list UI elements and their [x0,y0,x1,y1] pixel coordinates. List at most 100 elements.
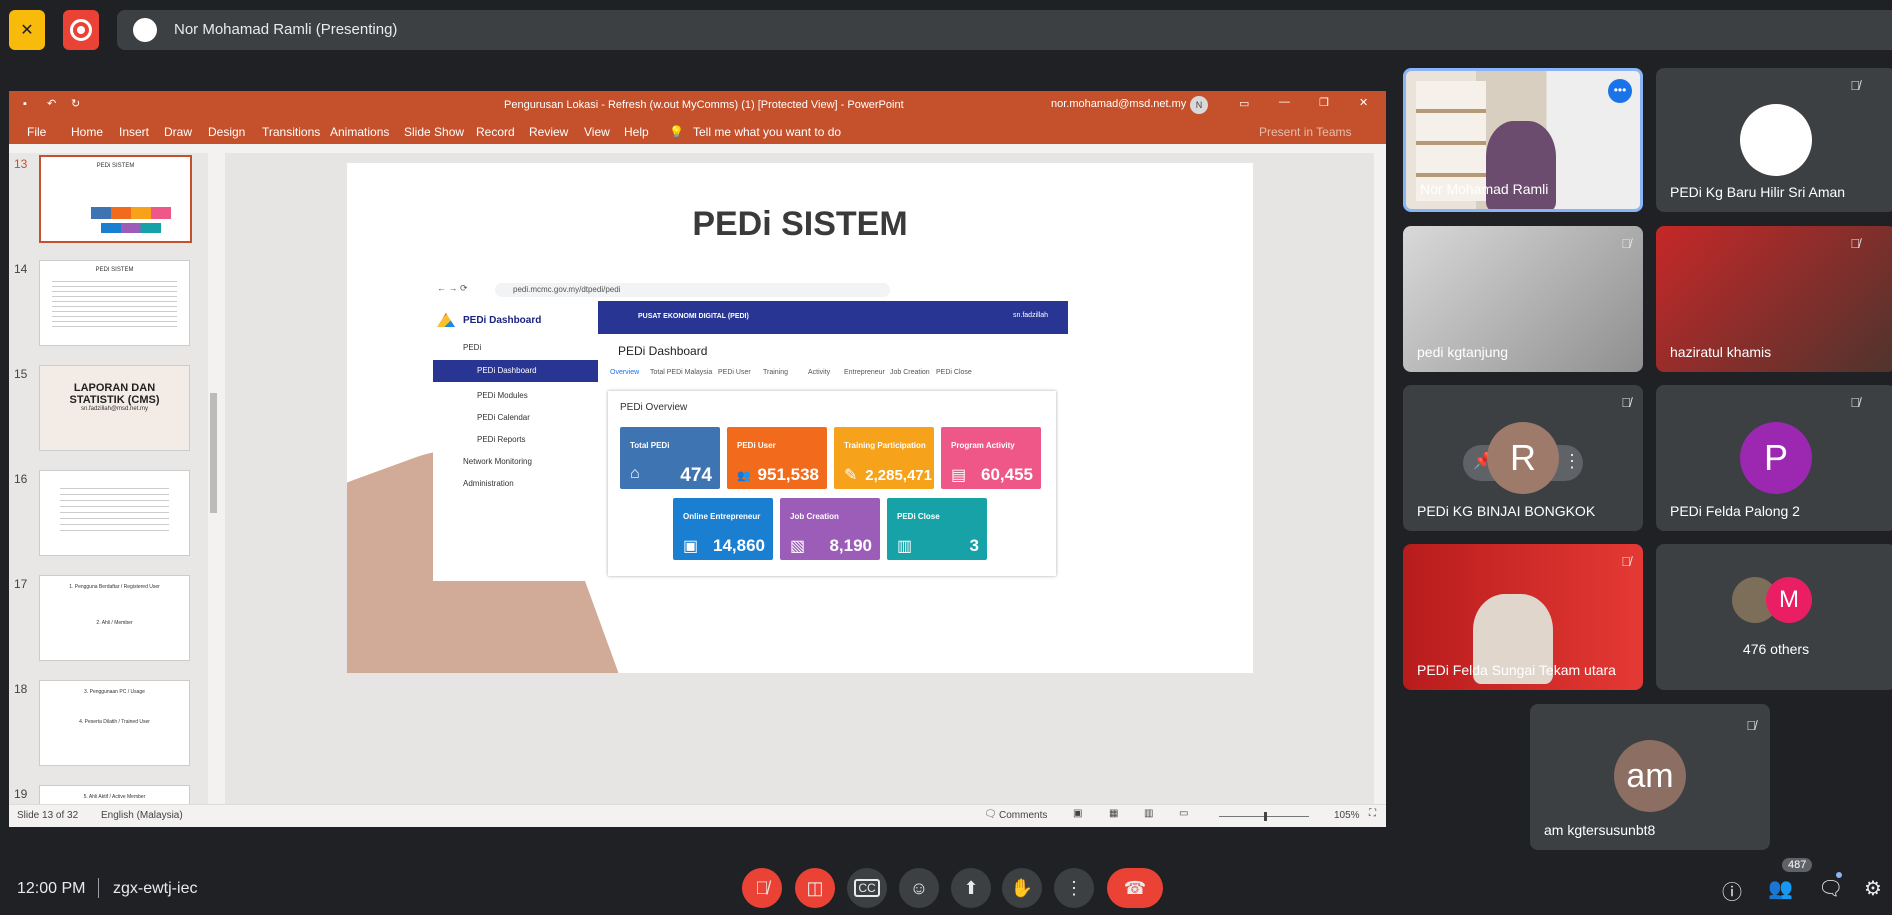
menu-design[interactable]: Design [208,125,245,139]
undo-icon[interactable]: ↶ [47,97,56,110]
captions-off-button[interactable]: ✕ [9,10,45,50]
present-in-teams[interactable]: Present in Teams [1259,125,1352,139]
chat-icon[interactable]: 🗨 [1818,876,1843,901]
ribbon-display-icon[interactable]: ▭ [1239,97,1249,110]
overview-panel: PEDi Overview Total PEDi ⌂ 474 PEDi User 👥 9… [608,391,1056,576]
powerpoint-window: ▪ ↶ ↻ Pengurusan Lokasi - Refresh (w.out… [9,91,1386,827]
zoom-level[interactable]: 105% [1334,810,1360,821]
save-icon[interactable]: ▪ [23,98,27,110]
pedi-logo [437,313,455,327]
slide-thumbnails-pane[interactable]: 13 PEDi SISTEM 14 PEDI SISTEM 15 LAPORAN… [9,153,219,804]
reading-view-icon[interactable]: ▥ [1144,808,1153,819]
menu-draw[interactable]: Draw [164,125,192,139]
others-count: 476 others [1742,641,1810,657]
ppt-ribbon-tabs: File Home Insert Draw Design Transitions… [9,119,1386,144]
menu-help[interactable]: Help [624,125,649,139]
thumbs-scrollbar[interactable] [208,153,219,804]
slide-thumbnail-17[interactable]: 1. Pengguna Berdaftar / Registered User … [39,575,190,661]
ppt-title-bar: ▪ ↶ ↻ Pengurusan Lokasi - Refresh (w.out… [9,91,1386,119]
slideshow-icon[interactable]: ▭ [1179,808,1188,819]
restore-icon[interactable]: ❐ [1319,96,1329,109]
participant-tile[interactable]: 🎙̸ PEDi Felda Sungai Tekam utara [1403,544,1643,690]
briefcase-icon: ▣ [683,538,699,555]
minimize-icon[interactable]: — [1279,96,1290,108]
menu-insert[interactable]: Insert [119,125,149,139]
menu-record[interactable]: Record [476,125,515,139]
account-avatar[interactable]: N [1190,96,1208,114]
comments-button[interactable]: Comments [999,810,1047,821]
menu-review[interactable]: Review [529,125,568,139]
thumb-number: 18 [14,682,28,696]
redo-icon[interactable]: ↻ [71,97,80,110]
normal-view-icon[interactable]: ▣ [1073,808,1082,819]
menu-animations[interactable]: Animations [330,125,389,139]
participant-avatar: am [1614,740,1686,812]
more-options-button[interactable]: ⋮ [1054,868,1094,908]
hang-up-icon: ☎ [1123,877,1147,898]
more-options-icon[interactable]: ••• [1608,79,1632,103]
participant-tile[interactable]: 🎙̸ 📌 R ⋮ PEDi KG BINJAI BONGKOK [1403,385,1643,531]
window-title: Pengurusan Lokasi - Refresh (w.out MyCom… [504,99,904,111]
menu-view[interactable]: View [584,125,610,139]
menu-transitions[interactable]: Transitions [262,125,320,139]
slide-thumbnail-16[interactable] [39,470,190,556]
captions-button[interactable]: CC [847,868,887,908]
nav-pedi-calendar: PEDi Calendar [477,413,530,422]
canvas-scrollbar[interactable] [1374,153,1386,804]
meeting-time: 12:00 PM [17,880,86,897]
reactions-button[interactable]: ☺ [899,868,939,908]
slide-thumbnail-18[interactable]: 3. Penggunaan PC / Usage 4. Peserta Dila… [39,680,190,766]
comments-icon[interactable]: 🗨 [984,809,997,820]
raise-hand-button[interactable]: ✋ [1002,868,1042,908]
nav-network-monitoring: Network Monitoring [463,457,532,466]
slide-editor-canvas[interactable]: PEDi SISTEM ← → ⟳ pedi.mcmc.gov.my/dtped… [225,153,1386,804]
camera-toggle-button[interactable]: ◫ [795,868,835,908]
tab-training: Training [763,369,789,376]
people-icon[interactable]: 👥 [1768,876,1793,901]
participant-tile[interactable]: 🎙̸ am am kgtersusunbt8 [1530,704,1770,850]
more-vert-icon: ⋮ [1065,877,1083,898]
participant-tile[interactable]: 🎙̸ haziratul khamis [1656,226,1892,372]
others-tile[interactable]: M 476 others [1656,544,1892,690]
participant-tile[interactable]: 🎙̸ PEDi Kg Baru Hilir Sri Aman [1656,68,1892,212]
record-icon [70,19,92,41]
tab-overview: Overview [610,369,640,376]
present-button[interactable]: ⬆ [951,868,991,908]
participant-name: Nor Mohamad Ramli [1420,181,1549,197]
card-training: Training Participation ✎ 2,285,471 [834,427,934,489]
info-icon[interactable]: ⓘ [1722,876,1742,905]
thumb-title: PEDi SISTEM [96,163,135,169]
record-button[interactable] [63,10,99,50]
slide-thumbnail-13[interactable]: PEDi SISTEM [39,155,192,243]
more-vert-icon[interactable]: ⋮ [1563,451,1581,472]
zoom-slider[interactable] [1219,812,1309,821]
slide-sorter-icon[interactable]: ▦ [1109,808,1118,819]
thumb-number: 17 [14,577,28,591]
mic-off-icon: 🎙̸ [1850,78,1860,93]
fit-slide-icon[interactable]: ⛶ [1369,808,1376,819]
slide-thumbnail-19[interactable]: 5. Ahli Aktif / Active Member [39,785,190,804]
participant-tile[interactable]: 🎙̸ pedi kgtanjung [1403,226,1643,372]
thumb-number: 19 [14,787,28,801]
participant-tile[interactable]: 🎙̸ P PEDi Felda Palong 2 [1656,385,1892,531]
menu-home[interactable]: Home [71,125,103,139]
card-total-pedi: Total PEDi ⌂ 474 [620,427,720,489]
present-icon: ⬆ [963,877,979,898]
menu-slide-show[interactable]: Slide Show [404,125,464,139]
activities-icon[interactable]: ⚙ [1864,876,1882,901]
menu-file[interactable]: File [27,125,46,139]
participant-tile[interactable]: ••• Nor Mohamad Ramli [1403,68,1643,212]
dashboard-header: PUSAT EKONOMI DIGITAL (PEDI) sn.fadzilla… [598,301,1068,334]
document-icon: ▤ [951,467,967,484]
mic-toggle-button[interactable]: 🎙̸ [742,868,782,908]
thumb-number: 15 [14,367,28,381]
tell-me-box[interactable]: Tell me what you want to do [693,125,841,139]
slide-thumbnail-14[interactable]: PEDI SISTEM [39,260,190,346]
card-pedi-user: PEDi User 👥 951,538 [727,427,827,489]
leave-call-button[interactable]: ☎ [1107,868,1163,908]
slide-thumbnail-15[interactable]: LAPORAN DAN STATISTIK (CMS) sn.fadzillah… [39,365,190,451]
close-icon[interactable]: ✕ [1359,96,1368,109]
participant-avatar: R [1487,422,1559,494]
language[interactable]: English (Malaysia) [101,810,183,821]
current-slide[interactable]: PEDi SISTEM ← → ⟳ pedi.mcmc.gov.my/dtped… [347,163,1253,673]
